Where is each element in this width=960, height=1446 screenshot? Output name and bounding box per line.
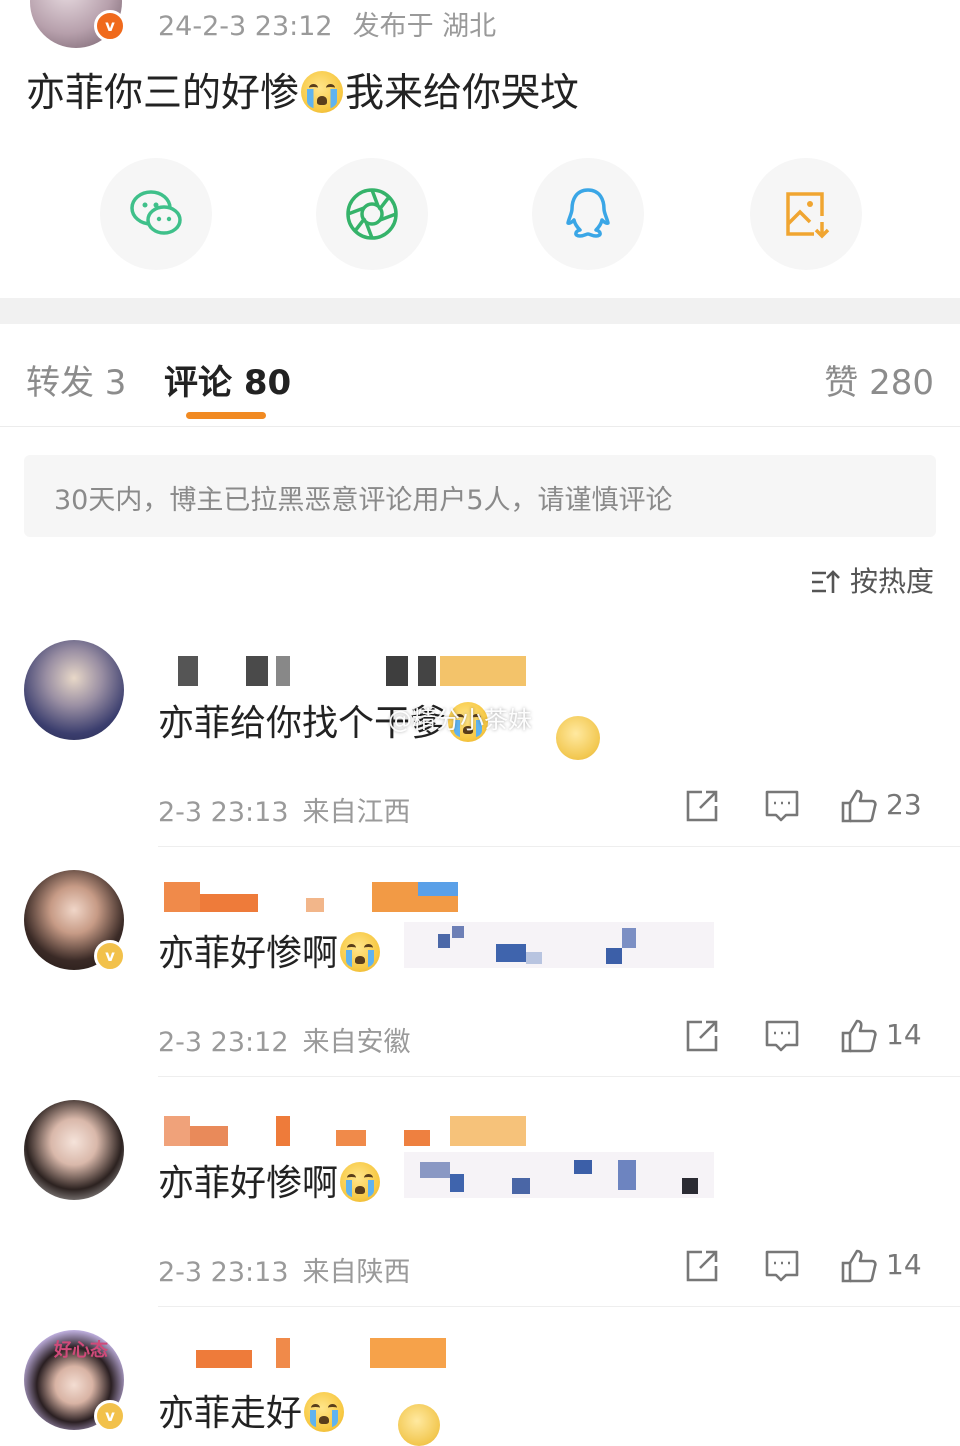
crying-emoji-icon [340, 932, 381, 972]
post-body: 亦菲你三的好惨 我来给你哭坟 [26, 62, 579, 118]
comment-actions: 14 [684, 1248, 934, 1288]
notice-text: 30天内，博主已拉黑恶意评论用户5人，请谨慎评论 [54, 485, 673, 516]
tab-comments[interactable]: 评论 80 [164, 355, 291, 404]
pixelated-content [404, 1152, 714, 1198]
like-count: 14 [886, 1248, 922, 1281]
comment-divider [158, 1076, 960, 1077]
tab-divider [0, 426, 960, 427]
commenter-avatar[interactable] [24, 1100, 124, 1200]
save-image-button[interactable] [750, 158, 862, 270]
like-count: 23 [886, 788, 922, 821]
comment-meta: 2-3 23:13 来自江西 [158, 797, 411, 828]
tab-forward[interactable]: 转发 3 [26, 355, 126, 404]
comment-text: 亦菲好惨啊 [158, 1154, 382, 1206]
verified-badge-icon: v [94, 1400, 126, 1432]
moments-icon [346, 188, 398, 240]
commenter-name-pixelated[interactable] [160, 882, 460, 912]
comment-meta: 2-3 23:12 来自安徽 [158, 1027, 411, 1058]
comment-divider [158, 846, 960, 847]
share-wechat-button[interactable] [100, 158, 212, 270]
commenter-name-pixelated[interactable] [160, 1116, 530, 1146]
comment-actions: 14 [684, 1018, 934, 1058]
share-qq-button[interactable] [532, 158, 644, 270]
comment-actions: 23 [684, 788, 934, 828]
share-icon[interactable] [684, 1018, 720, 1054]
comment-text: 亦菲走好 [158, 1384, 346, 1436]
badge-sticker-icon [398, 1404, 440, 1446]
sort-icon [811, 570, 840, 593]
post-time: 24-2-3 23:12 [158, 11, 333, 42]
comment-meta: 2-3 23:13 来自陕西 [158, 1257, 411, 1288]
qq-icon [566, 188, 610, 238]
verified-badge-icon: v [94, 940, 126, 972]
post-text-part1: 亦菲你三的好惨 [26, 71, 300, 116]
post-location: 发布于 湖北 [352, 11, 497, 42]
comment-divider [158, 1306, 960, 1307]
crying-emoji-icon [301, 71, 344, 113]
crying-emoji-icon [304, 1392, 345, 1432]
share-icon[interactable] [684, 788, 720, 824]
verified-badge-icon: v [94, 10, 126, 42]
share-icon[interactable] [684, 1248, 720, 1284]
like-icon[interactable] [840, 1018, 878, 1054]
reply-icon[interactable] [764, 1248, 800, 1284]
comment-text: 亦菲好惨啊 [158, 924, 382, 976]
like-icon[interactable] [840, 788, 878, 824]
commenter-name-pixelated[interactable] [160, 1338, 460, 1368]
like-count: 14 [886, 1018, 922, 1051]
post-meta: 24-2-3 23:12 发布于 湖北 [158, 4, 496, 43]
post-text-part2: 我来给你哭坟 [345, 71, 580, 116]
tab-likes[interactable]: 赞 280 [824, 355, 934, 404]
wechat-icon [130, 190, 182, 235]
section-separator [0, 298, 960, 324]
save-image-icon [786, 192, 830, 239]
pixelated-content [404, 922, 714, 968]
share-moments-button[interactable] [316, 158, 428, 270]
reply-icon[interactable] [764, 1018, 800, 1054]
like-icon[interactable] [840, 1248, 878, 1284]
sort-label: 按热度 [849, 565, 934, 598]
active-tab-indicator [186, 412, 266, 419]
commenter-avatar[interactable] [24, 640, 124, 740]
sort-button[interactable]: 按热度 [810, 560, 934, 600]
badge-sticker-icon [556, 716, 600, 760]
reply-icon[interactable] [764, 788, 800, 824]
crying-emoji-icon [340, 1162, 381, 1202]
commenter-name-pixelated[interactable] [160, 656, 530, 686]
watermark: @精分小茶妹 [388, 706, 532, 734]
